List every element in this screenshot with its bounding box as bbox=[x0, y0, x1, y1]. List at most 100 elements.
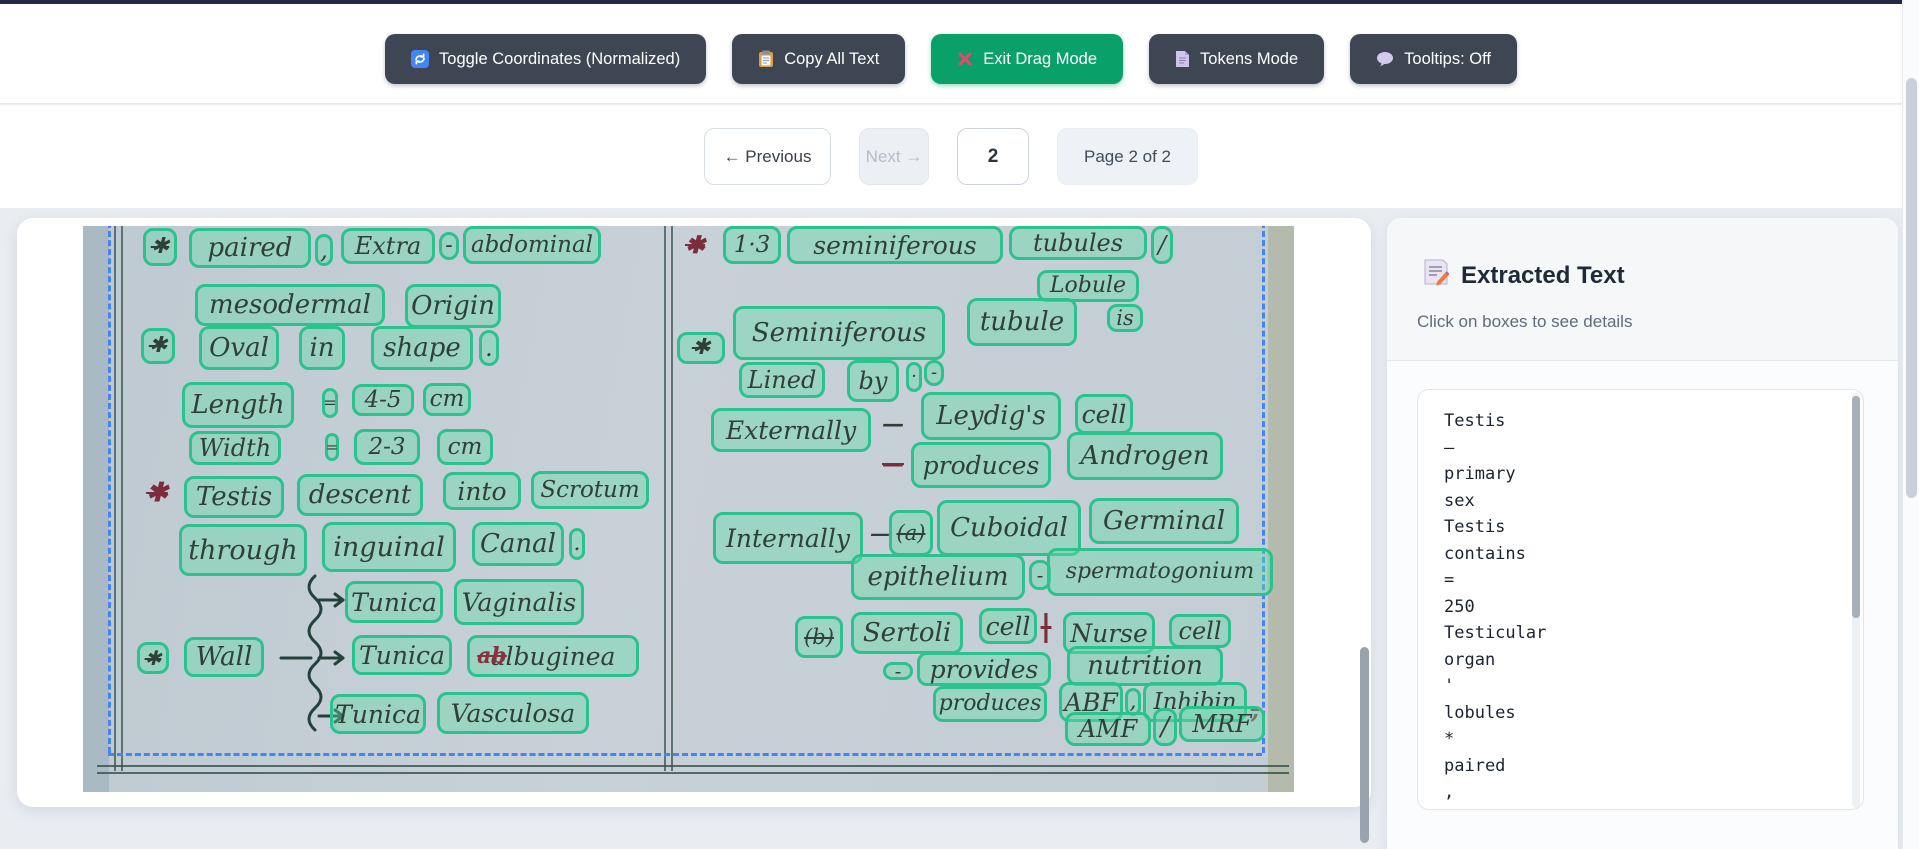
ocr-word-box[interactable]: · bbox=[906, 362, 922, 392]
ocr-word-box[interactable]: Seminiferous bbox=[733, 306, 945, 360]
toggle-coordinates-normalized-button[interactable]: Toggle Coordinates (Normalized) bbox=[385, 34, 706, 84]
ocr-word-box[interactable]: Testis bbox=[184, 476, 284, 518]
document-icon bbox=[1175, 50, 1190, 68]
ocr-word-box[interactable]: tubules bbox=[1009, 226, 1147, 260]
ocr-word-box[interactable]: ✱ bbox=[137, 642, 169, 674]
ocr-word-box[interactable]: / bbox=[1153, 708, 1177, 746]
toggle-coordinates-icon bbox=[411, 50, 429, 68]
ocr-word-box[interactable]: Vaginalis bbox=[454, 579, 584, 625]
ocr-word-box[interactable]: abdominal bbox=[463, 226, 601, 264]
photo-right-edge bbox=[1268, 226, 1294, 792]
ocr-word-box[interactable]: ✱ bbox=[143, 228, 177, 266]
ocr-word-box[interactable]: Leydig's bbox=[921, 392, 1061, 440]
ocr-word-box[interactable]: by bbox=[847, 360, 899, 402]
ocr-word-box[interactable]: AMF bbox=[1065, 712, 1151, 746]
ocr-word-box[interactable]: produces bbox=[911, 442, 1051, 488]
ocr-word-box[interactable]: spermatogonium bbox=[1047, 548, 1273, 596]
extracted-text-line: Testis bbox=[1444, 514, 1546, 541]
ocr-word-box[interactable]: mesodermal bbox=[195, 284, 385, 326]
ocr-word-box[interactable]: in bbox=[299, 326, 345, 370]
handwritten-mark: ✱ bbox=[675, 232, 715, 258]
ocr-word-box[interactable]: Scrotum bbox=[531, 471, 649, 509]
ocr-word-box[interactable]: cm bbox=[437, 429, 493, 465]
tooltips-off-button[interactable]: Tooltips: Off bbox=[1350, 34, 1517, 84]
ocr-word-box[interactable]: ✱ bbox=[677, 332, 725, 364]
ocr-word-box[interactable]: through bbox=[179, 524, 307, 576]
button-label: Toggle Coordinates (Normalized) bbox=[439, 50, 680, 69]
selection-dashed-left bbox=[108, 226, 111, 753]
ocr-word-box[interactable]: Androgen bbox=[1067, 432, 1223, 480]
ocr-word-box[interactable]: into bbox=[443, 472, 521, 510]
document-photo[interactable]: ✱paired,Extra-abdominalmesodermalOrigin✱… bbox=[83, 226, 1294, 792]
extracted-text-line: 250 bbox=[1444, 594, 1546, 621]
page-scrollbar-thumb[interactable] bbox=[1906, 78, 1917, 498]
ocr-word-box[interactable]: - bbox=[883, 662, 913, 680]
ocr-word-box[interactable]: . bbox=[569, 528, 585, 560]
ocr-word-box[interactable]: Internally bbox=[713, 512, 863, 564]
ocr-word-box[interactable]: Tunica bbox=[330, 694, 426, 734]
ocr-word-box[interactable]: cell bbox=[979, 608, 1037, 644]
ocr-word-box[interactable]: Tunica bbox=[345, 581, 443, 623]
ocr-word-box[interactable]: cell bbox=[1169, 614, 1231, 648]
ocr-word-box[interactable]: - bbox=[439, 232, 459, 260]
ocr-word-box[interactable]: shape bbox=[371, 326, 473, 370]
ocr-word-box[interactable]: provides bbox=[917, 652, 1051, 686]
ocr-word-box[interactable]: Lined bbox=[739, 362, 825, 398]
ocr-word-box[interactable]: . bbox=[479, 330, 499, 366]
ocr-word-box[interactable]: 1·3 bbox=[723, 226, 781, 264]
center-rule-line bbox=[664, 226, 666, 771]
extracted-text-box[interactable]: Testis–primarysexTestiscontains=250Testi… bbox=[1417, 389, 1864, 810]
extracted-text-line: organ bbox=[1444, 647, 1546, 674]
extracted-text-line: * bbox=[1444, 726, 1546, 753]
ocr-word-box[interactable]: , bbox=[315, 234, 333, 266]
ocr-word-box[interactable]: nutrition bbox=[1067, 646, 1223, 686]
extracted-text-panel: Extracted Text Click on boxes to see det… bbox=[1387, 218, 1898, 849]
ocr-word-box[interactable]: = bbox=[322, 388, 338, 418]
content-scrollbar-thumb[interactable] bbox=[1360, 647, 1369, 843]
ocr-word-box[interactable]: paired bbox=[189, 228, 311, 268]
toolbar: Toggle Coordinates (Normalized) Copy All … bbox=[0, 34, 1902, 84]
ocr-word-box[interactable]: produces bbox=[933, 686, 1047, 722]
ocr-word-box[interactable]: Externally bbox=[711, 408, 871, 452]
ocr-word-box[interactable]: is bbox=[1107, 304, 1143, 332]
ocr-word-box[interactable]: ✱ bbox=[141, 328, 175, 364]
ocr-word-box[interactable]: seminiferous bbox=[787, 226, 1003, 264]
ocr-word-box[interactable]: descent bbox=[297, 474, 423, 516]
previous-page-button[interactable]: ← Previous bbox=[704, 128, 831, 185]
handwritten-mark: ✱ bbox=[139, 476, 175, 510]
ocr-word-box[interactable]: Tunica bbox=[352, 635, 452, 675]
ocr-word-box[interactable]: 4-5 bbox=[352, 384, 414, 416]
exit-drag-mode-button[interactable]: Exit Drag Mode bbox=[931, 34, 1123, 84]
ocr-word-box[interactable]: / bbox=[1151, 226, 1173, 264]
tokens-mode-button[interactable]: Tokens Mode bbox=[1149, 34, 1324, 84]
ocr-word-box[interactable]: inguinal bbox=[322, 522, 456, 572]
ocr-word-box[interactable]: Extra bbox=[341, 228, 435, 264]
ocr-word-box[interactable]: Germinal bbox=[1089, 498, 1239, 544]
next-page-button[interactable]: Next → bbox=[859, 128, 929, 185]
ocr-word-box[interactable]: tubule bbox=[967, 298, 1077, 346]
ocr-word-box[interactable]: (a) bbox=[889, 510, 933, 556]
ocr-word-box[interactable]: Canal bbox=[472, 522, 564, 566]
ocr-word-box[interactable]: = bbox=[325, 433, 339, 461]
extracted-text-line: = bbox=[1444, 567, 1546, 594]
textbox-scrollbar-thumb[interactable] bbox=[1852, 396, 1860, 618]
ocr-word-box[interactable]: Sertoli bbox=[851, 612, 963, 654]
ocr-word-box[interactable]: Oval bbox=[199, 326, 279, 370]
page-number-input[interactable] bbox=[957, 128, 1029, 185]
ocr-word-box[interactable]: 2-3 bbox=[354, 429, 420, 465]
ocr-word-box[interactable]: - bbox=[924, 360, 944, 386]
ocr-word-box[interactable]: Wall bbox=[184, 637, 264, 677]
ocr-word-box[interactable]: Vasculosa bbox=[437, 692, 589, 734]
ocr-word-box[interactable]: Width bbox=[189, 431, 281, 465]
extracted-text-line: – bbox=[1444, 435, 1546, 462]
ocr-word-box[interactable]: epithelium bbox=[851, 554, 1025, 600]
ocr-word-box[interactable]: (b) bbox=[795, 616, 843, 658]
copy-all-text-button[interactable]: Copy All Text bbox=[732, 34, 905, 84]
ocr-word-box[interactable]: Origin bbox=[405, 284, 501, 328]
ocr-word-box[interactable]: MRF bbox=[1179, 706, 1265, 742]
ocr-word-box[interactable]: cm bbox=[423, 383, 471, 416]
extracted-text-line: primary bbox=[1444, 461, 1546, 488]
ocr-word-box[interactable]: Length bbox=[182, 382, 294, 428]
ocr-word-box[interactable]: cell bbox=[1075, 394, 1133, 434]
page-scrollbar[interactable] bbox=[1902, 0, 1919, 849]
